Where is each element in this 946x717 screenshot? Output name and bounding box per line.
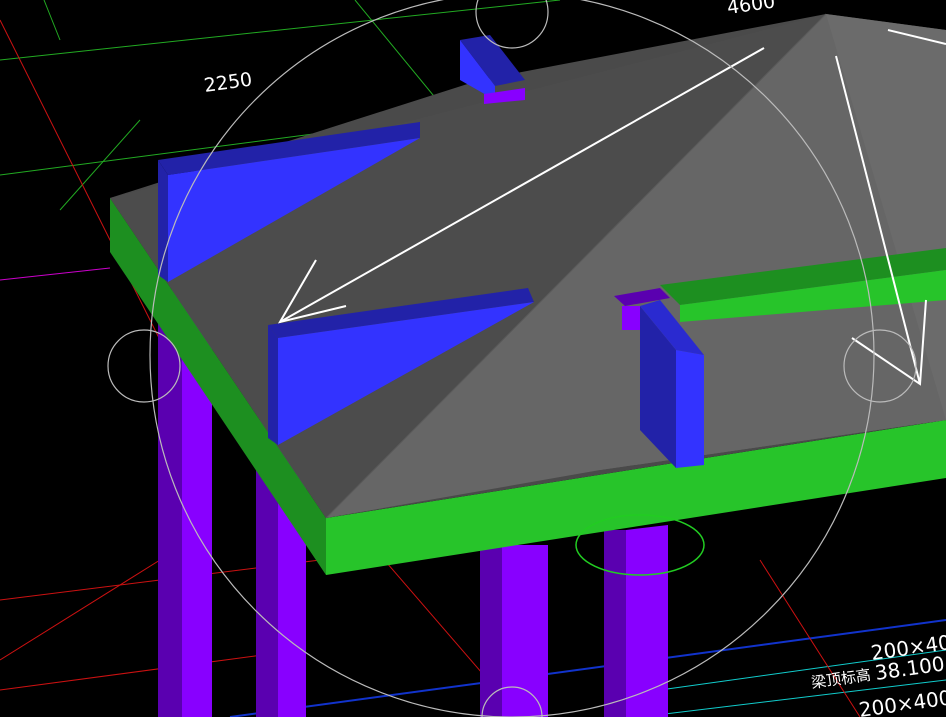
model-viewport[interactable]: 2250 4600 200×400 梁顶标高 38.100 200×400 [0,0,946,717]
